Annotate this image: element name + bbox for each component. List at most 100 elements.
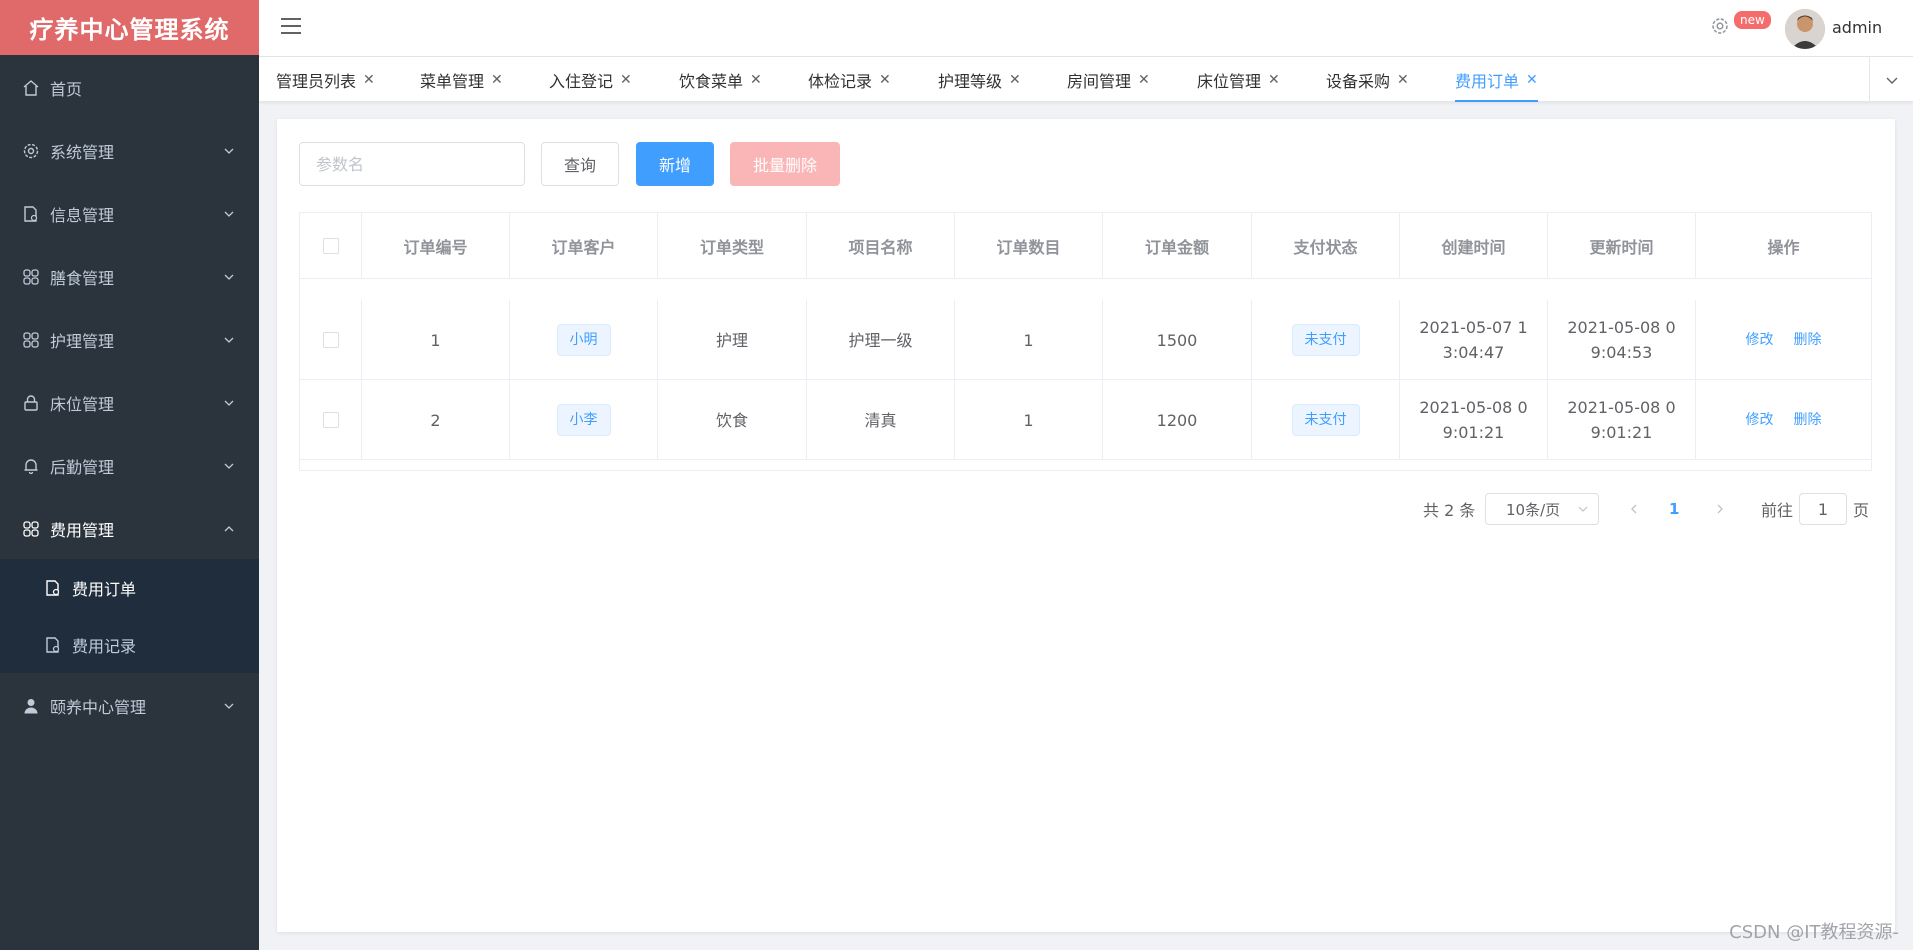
orders-table: 订单编号 订单客户 订单类型 项目名称 订单数目 订单金额 支付状态 创建时间 … <box>299 212 1872 471</box>
page-number-current[interactable]: 1 <box>1669 493 1679 525</box>
sidebar-item-label: 颐养中心管理 <box>50 697 147 717</box>
tab-checkup[interactable]: 体检记录 ✕ <box>808 57 891 102</box>
actions-cell: 修改 删除 <box>1696 300 1871 380</box>
app-title: 疗养中心管理系统 <box>0 0 259 55</box>
chevron-down-icon <box>224 703 234 709</box>
order-id-cell: 2 <box>362 380 510 460</box>
tab-diet-menu[interactable]: 饮食菜单 ✕ <box>679 57 762 102</box>
chevron-down-icon <box>1578 506 1588 512</box>
close-icon[interactable]: ✕ <box>750 72 762 88</box>
tabs-bar: 管理员列表 ✕ 菜单管理 ✕ 入住登记 ✕ 饮食菜单 ✕ 体检记录 ✕ 护理等级 ✕ 房间管… <box>259 57 1913 102</box>
delete-link[interactable]: 删除 <box>1794 328 1822 353</box>
goto-page-input[interactable] <box>1799 493 1848 525</box>
order-id-cell: 1 <box>362 300 510 380</box>
sidebar-item-info[interactable]: 信息管理 <box>0 182 259 245</box>
watermark: CSDN @IT教程资源- <box>1729 922 1899 943</box>
gear-icon <box>22 142 40 160</box>
search-input[interactable] <box>299 142 525 186</box>
document-gear-icon <box>44 579 62 597</box>
created-time-cell: 2021-05-08 09:01:21 <box>1400 380 1548 460</box>
close-icon[interactable]: ✕ <box>1009 72 1021 88</box>
sidebar-item-home[interactable]: 首页 <box>0 56 259 119</box>
tab-label: 护理等级 <box>938 71 1003 91</box>
username[interactable]: admin <box>1832 18 1882 37</box>
page-size-select[interactable]: 10条/页 <box>1485 493 1599 525</box>
sidebar-subitem-fee-records[interactable]: 费用记录 <box>0 616 259 673</box>
query-button[interactable]: 查询 <box>541 142 619 186</box>
tab-label: 饮食菜单 <box>679 71 744 91</box>
avatar[interactable] <box>1785 9 1825 49</box>
row-checkbox[interactable] <box>322 412 339 428</box>
sidebar-item-diet[interactable]: 膳食管理 <box>0 245 259 308</box>
customer-cell: 小李 <box>510 380 658 460</box>
payment-status-cell: 未支付 <box>1252 380 1400 460</box>
grid-icon <box>22 331 40 349</box>
header-select-cell <box>300 213 362 279</box>
tab-admin-list[interactable]: 管理员列表 ✕ <box>276 57 375 102</box>
bell-icon <box>22 457 40 475</box>
close-icon[interactable]: ✕ <box>491 72 503 88</box>
edit-link[interactable]: 修改 <box>1746 408 1774 433</box>
goto-suffix: 页 <box>1853 501 1870 520</box>
close-icon[interactable]: ✕ <box>1268 72 1280 88</box>
sidebar-item-label: 信息管理 <box>50 205 115 225</box>
table-header: 订单编号 订单客户 订单类型 项目名称 订单数目 订单金额 支付状态 创建时间 … <box>300 213 1871 279</box>
tab-label: 体检记录 <box>808 71 873 91</box>
tab-menu[interactable]: 菜单管理 ✕ <box>420 57 503 102</box>
chevron-up-icon <box>224 525 234 531</box>
sidebar-item-label: 后勤管理 <box>50 457 115 477</box>
row-checkbox[interactable] <box>322 332 339 348</box>
tab-label: 入住登记 <box>549 71 614 91</box>
tab-bed[interactable]: 床位管理 ✕ <box>1197 57 1280 102</box>
project-name-cell: 清真 <box>807 380 955 460</box>
sidebar-item-nursing[interactable]: 护理管理 <box>0 308 259 371</box>
close-icon[interactable]: ✕ <box>1397 72 1409 88</box>
tabs-dropdown-chevron-icon[interactable] <box>1869 57 1913 102</box>
lock-icon <box>22 394 40 412</box>
close-icon[interactable]: ✕ <box>1138 72 1150 88</box>
column-header: 创建时间 <box>1400 213 1548 279</box>
close-icon[interactable]: ✕ <box>363 72 375 88</box>
tab-label: 菜单管理 <box>420 71 485 91</box>
next-page-button[interactable] <box>1714 493 1726 525</box>
edit-link[interactable]: 修改 <box>1746 328 1774 353</box>
customer-cell: 小明 <box>510 300 658 380</box>
close-icon[interactable]: ✕ <box>1526 72 1538 88</box>
sidebar-item-label: 床位管理 <box>50 394 115 414</box>
sidebar-item-logistics[interactable]: 后勤管理 <box>0 434 259 497</box>
menu-toggle-icon[interactable] <box>281 18 301 38</box>
tab-nursing-level[interactable]: 护理等级 ✕ <box>938 57 1021 102</box>
close-icon[interactable]: ✕ <box>879 72 891 88</box>
tab-room[interactable]: 房间管理 ✕ <box>1067 57 1150 102</box>
sidebar-item-label: 首页 <box>50 79 83 99</box>
column-header: 更新时间 <box>1548 213 1696 279</box>
sidebar-item-bed[interactable]: 床位管理 <box>0 371 259 434</box>
tab-label: 管理员列表 <box>276 71 357 91</box>
user-icon <box>22 697 40 715</box>
tab-fee-orders[interactable]: 费用订单 ✕ <box>1455 57 1538 102</box>
order-type-cell: 饮食 <box>658 380 807 460</box>
chevron-right-icon <box>1717 504 1723 514</box>
home-icon <box>22 79 40 97</box>
project-name-cell: 护理一级 <box>807 300 955 380</box>
prev-page-button[interactable] <box>1628 493 1640 525</box>
table-row: 1 小明 护理 护理一级 1 1500 未支付 2021-05-07 13:04… <box>300 300 1871 380</box>
document-gear-icon <box>22 205 40 223</box>
tab-equipment[interactable]: 设备采购 ✕ <box>1326 57 1409 102</box>
sidebar-subitem-fee-orders[interactable]: 费用订单 <box>0 559 259 616</box>
chevron-down-icon <box>224 148 234 154</box>
batch-delete-button[interactable]: 批量删除 <box>730 142 840 186</box>
close-icon[interactable]: ✕ <box>620 72 632 88</box>
select-all-checkbox[interactable] <box>322 238 339 254</box>
updated-time-cell: 2021-05-08 09:04:53 <box>1548 300 1696 380</box>
sidebar-item-care-center[interactable]: 颐养中心管理 <box>0 674 259 737</box>
actions-cell: 修改 删除 <box>1696 380 1871 460</box>
payment-status-cell: 未支付 <box>1252 300 1400 380</box>
sidebar-item-system[interactable]: 系统管理 <box>0 119 259 182</box>
add-button[interactable]: 新增 <box>636 142 714 186</box>
settings-gear-icon[interactable] <box>1710 16 1730 40</box>
delete-link[interactable]: 删除 <box>1794 408 1822 433</box>
sidebar-item-fees[interactable]: 费用管理 <box>0 497 259 560</box>
goto-page: 前往 页 <box>1761 493 1869 525</box>
tab-checkin[interactable]: 入住登记 ✕ <box>549 57 632 102</box>
